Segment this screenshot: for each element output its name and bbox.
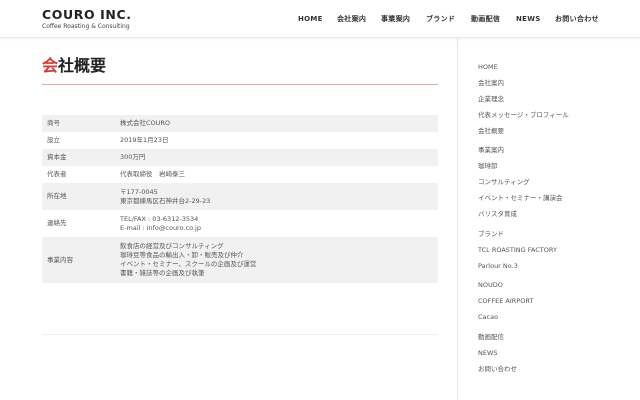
value-line: 東京都練馬区石神井台2-29-23 [120,196,211,205]
value-line: イベント・セミナー、スクールの企画及び運営 [120,260,257,268]
sidebar-item-coffee-airport[interactable]: COFFEE AIRPORT [478,297,533,306]
table-row: 設立 2019年1月23日 [42,132,438,149]
page-title-accent: 会 [42,56,59,75]
row-label: 資本金 [47,153,67,161]
sidebar-item-cacao[interactable]: Cacao [478,313,498,322]
value-line: 代表取締役 岩崎泰三 [120,170,185,178]
table-row: 代表者 代表取締役 岩崎泰三 [42,166,438,183]
sidebar-item-overview[interactable]: 会社概要 [478,127,504,136]
value-line: 300万円 [120,153,146,161]
sidebar-item-business[interactable]: 事業案内 [478,146,504,155]
row-value: TEL/FAX : 03-6312-3534 E-mail : info@cou… [118,210,438,237]
table-row: 資本金 300万円 [42,149,438,166]
site-header: COURO INC. Coffee Roasting & Consulting … [0,0,640,38]
row-value: 飲食店の経営及びコンサルティング 珈琲豆等食品の輸出入・卸・販売及び仲介 イベン… [118,237,438,283]
sidebar-item-barista[interactable]: バリスタ育成 [478,210,517,219]
value-line: 株式会社COURO [120,119,171,127]
sidebar-item-company[interactable]: 会社案内 [478,79,504,88]
sidebar-item-brand[interactable]: ブランド [478,230,504,239]
value-line: 2019年1月23日 [120,136,169,144]
row-value: 株式会社COURO [118,115,438,132]
row-label: 連絡先 [47,219,67,227]
sidebar: HOME 会社案内 企業理念 代表メッセージ・プロフィール 会社概要 事業案内 … [457,38,640,400]
row-label: 所在地 [47,192,67,200]
value-line: 珈琲豆等食品の輸出入・卸・販売及び仲介 [120,251,244,259]
table-row: 所在地 〒177-0045 東京都練馬区石神井台2-29-23 [42,183,438,210]
sidebar-item-message[interactable]: 代表メッセージ・プロフィール [478,111,569,120]
table-row: 事業内容 飲食店の経営及びコンサルティング 珈琲豆等食品の輸出入・卸・販売及び仲… [42,237,438,283]
nav-business[interactable]: 事業案内 [381,13,410,25]
nav-news[interactable]: NEWS [516,13,541,25]
table-row: 連絡先 TEL/FAX : 03-6312-3534 E-mail : info… [42,210,438,237]
sidebar-item-home[interactable]: HOME [478,63,498,72]
main-nav: HOME 会社案内 事業案内 ブランド 動画配信 NEWS お問い合わせ [0,13,640,25]
sidebar-item-noudo[interactable]: NOUDO [478,281,503,290]
page-title: 会社概要 [42,56,106,76]
sidebar-item-parlour[interactable]: Parlour No.3 [478,262,518,271]
row-value: 代表取締役 岩崎泰三 [118,166,438,183]
sidebar-item-contact[interactable]: お問い合わせ [478,365,517,374]
sidebar-item-video[interactable]: 動画配信 [478,333,504,342]
row-label: 代表者 [47,170,67,178]
value-line: TEL/FAX : 03-6312-3534 [120,214,199,223]
row-label: 設立 [47,136,60,144]
nav-brand[interactable]: ブランド [426,13,455,25]
value-line: 〒177-0045 [120,187,158,196]
row-label: 商号 [47,119,60,127]
sidebar-item-philosophy[interactable]: 企業理念 [478,95,504,104]
sidebar-item-events[interactable]: イベント・セミナー・講演会 [478,194,563,203]
sidebar-item-consulting[interactable]: コンサルティング [478,178,530,187]
row-value: 2019年1月23日 [118,132,438,149]
row-value: 〒177-0045 東京都練馬区石神井台2-29-23 [118,183,438,210]
company-info-table: 商号 株式会社COURO 設立 2019年1月23日 資本金 300万円 代表者… [42,115,438,283]
title-divider [42,84,438,85]
nav-contact[interactable]: お問い合わせ [555,13,599,25]
nav-company[interactable]: 会社案内 [337,13,366,25]
page-title-rest: 社概要 [58,56,107,75]
nav-video[interactable]: 動画配信 [471,13,500,25]
row-label: 事業内容 [47,255,73,264]
table-bottom-divider [42,334,438,335]
sidebar-item-news[interactable]: NEWS [478,349,498,358]
row-value: 300万円 [118,149,438,166]
value-line: 飲食店の経営及びコンサルティング [120,242,224,250]
email-link[interactable]: E-mail : info@couro.co.jp [120,224,438,233]
sidebar-item-tcl[interactable]: TCL ROASTING FACTORY [478,246,557,255]
table-row: 商号 株式会社COURO [42,115,438,132]
sidebar-item-wholesale[interactable]: 珈琲卸 [478,162,498,171]
nav-home[interactable]: HOME [298,13,323,25]
value-line: 書籍・雑誌等の企画及び執筆 [120,269,205,277]
